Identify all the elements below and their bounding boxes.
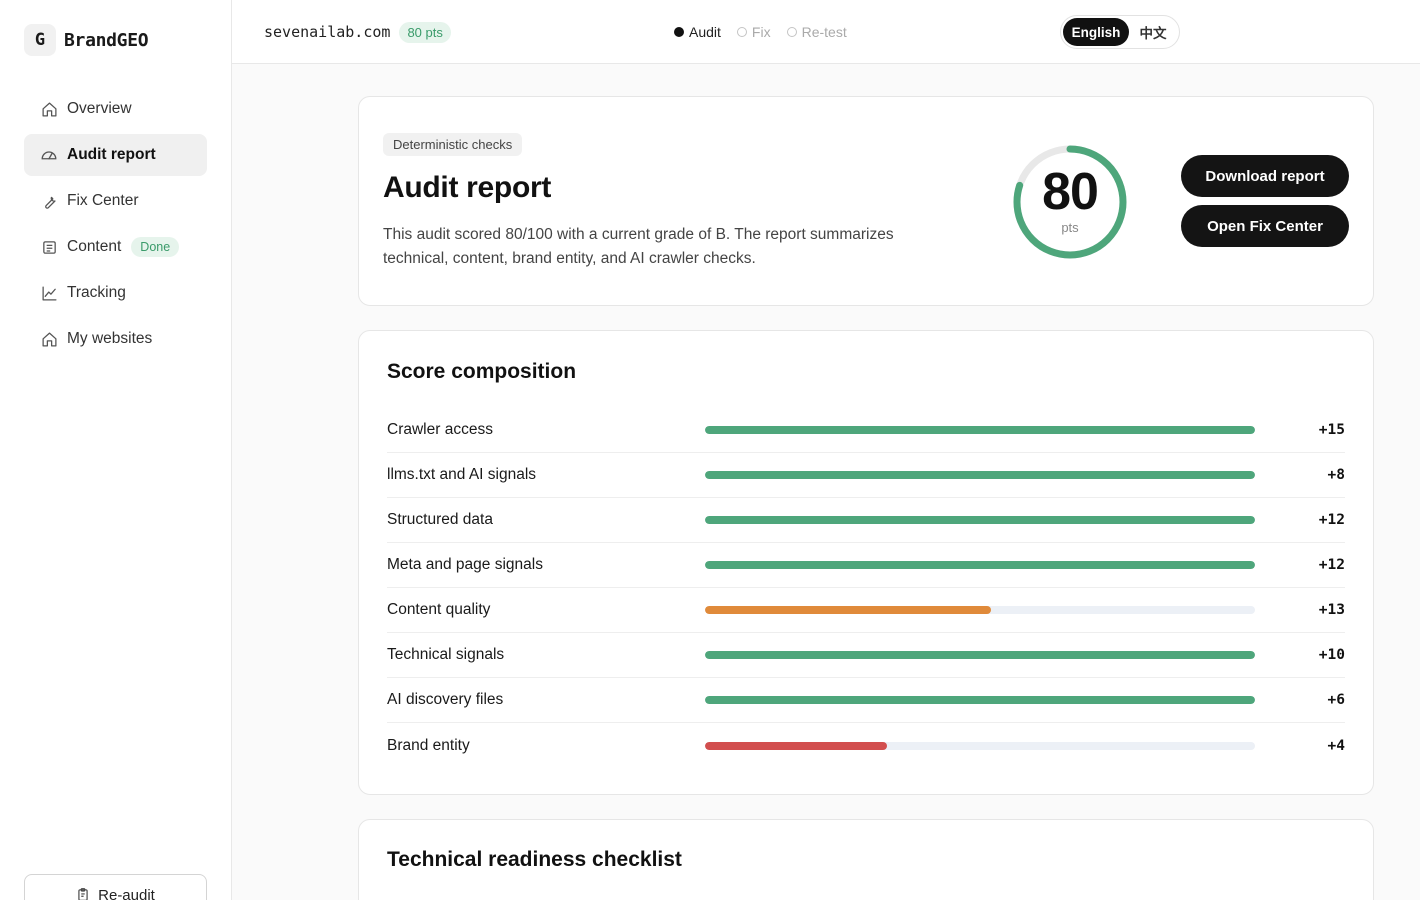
step-label: Re-test xyxy=(801,24,847,40)
clipboard-icon xyxy=(76,887,90,900)
lang-option-chinese[interactable]: 中文 xyxy=(1129,18,1177,46)
score-gauge: 80 pts xyxy=(1011,143,1129,261)
re-audit-button[interactable]: Re-audit xyxy=(24,874,207,900)
site-domain: sevenailab.com xyxy=(264,23,391,41)
wrench-icon xyxy=(40,192,58,210)
progress-bar xyxy=(705,471,1255,479)
brand-name: BrandGEO xyxy=(64,29,149,51)
score-badge: 80 pts xyxy=(399,21,451,43)
sidebar-item-audit-report[interactable]: Audit report xyxy=(24,134,207,176)
brand-logo[interactable]: G BrandGEO xyxy=(24,24,149,56)
sidebar-item-label: My websites xyxy=(67,330,153,347)
progress-fill xyxy=(705,741,887,750)
row-label: Brand entity xyxy=(387,736,470,754)
composition-row: Structured data +12 xyxy=(387,498,1345,543)
workflow-steps: Audit Fix Re-test xyxy=(674,24,863,40)
top-bar: sevenailab.com 80 pts Audit Fix Re-test … xyxy=(232,0,1420,64)
home-icon xyxy=(40,330,58,348)
progress-fill xyxy=(705,471,1255,479)
composition-row: llms.txt and AI signals +8 xyxy=(387,453,1345,498)
score-composition-card: Score composition Crawler access +15 llm… xyxy=(358,330,1374,795)
progress-bar xyxy=(705,606,1255,614)
sidebar-item-label: Content xyxy=(67,238,122,255)
step-re-test[interactable]: Re-test xyxy=(786,24,847,40)
score-unit: pts xyxy=(1061,220,1079,235)
progress-fill xyxy=(705,516,1255,524)
sidebar-item-fix-center[interactable]: Fix Center xyxy=(24,180,207,222)
section-title: Score composition xyxy=(387,360,577,383)
composition-row: Crawler access +15 xyxy=(387,408,1345,453)
sidebar-item-label: Fix Center xyxy=(67,192,139,209)
step-label: Fix xyxy=(751,24,771,40)
step-label: Audit xyxy=(689,24,721,40)
row-value: +6 xyxy=(1327,692,1345,708)
row-label: AI discovery files xyxy=(387,691,504,708)
row-value: +12 xyxy=(1318,557,1345,573)
audit-description: This audit scored 80/100 with a current … xyxy=(383,226,894,267)
sidebar-item-label: Tracking xyxy=(67,284,126,301)
row-label: Structured data xyxy=(387,511,493,528)
brand-mark-icon: G xyxy=(24,24,56,56)
composition-row: Technical signals +10 xyxy=(387,633,1345,678)
progress-fill xyxy=(705,651,1255,659)
sidebar-item-my-websites[interactable]: My websites xyxy=(24,318,207,360)
status-badge: Done xyxy=(131,237,180,257)
open-fix-center-button[interactable]: Open Fix Center xyxy=(1181,205,1349,247)
progress-bar xyxy=(705,561,1255,569)
step-dot-icon xyxy=(674,27,684,37)
site-info: sevenailab.com 80 pts xyxy=(264,20,451,44)
step-dot-icon xyxy=(786,27,797,37)
sidebar-item-label: Overview xyxy=(67,100,132,117)
composition-row: Content quality +13 xyxy=(387,588,1345,633)
progress-fill xyxy=(705,426,1255,434)
audit-summary-card: Deterministic checks Audit report This a… xyxy=(358,96,1374,306)
row-label: Technical signals xyxy=(387,646,505,663)
composition-row: Meta and page signals +12 xyxy=(387,543,1345,588)
trend-chart-icon xyxy=(40,284,58,302)
sidebar-item-content[interactable]: Content Done xyxy=(24,226,207,268)
lang-option-english[interactable]: English xyxy=(1063,18,1129,46)
progress-fill xyxy=(705,606,991,614)
progress-fill xyxy=(705,696,1255,704)
progress-bar xyxy=(705,426,1255,434)
sidebar-item-tracking[interactable]: Tracking xyxy=(24,272,207,314)
composition-row: Brand entity +4 xyxy=(387,723,1345,768)
section-title: Technical readiness checklist xyxy=(387,848,682,871)
language-toggle: English 中文 xyxy=(1060,15,1180,49)
composition-row: AI discovery files +6 xyxy=(387,678,1345,723)
progress-bar xyxy=(705,741,1255,750)
sidebar: G BrandGEO Overview Audit report Fix Cen… xyxy=(0,0,232,900)
step-fix[interactable]: Fix xyxy=(736,24,771,40)
home-icon xyxy=(40,100,58,118)
progress-bar xyxy=(705,651,1255,659)
score-value: 80 xyxy=(1042,163,1099,221)
row-label: Crawler access xyxy=(387,421,493,438)
row-value: +8 xyxy=(1327,467,1345,483)
technical-checklist-card: Technical readiness checklist xyxy=(358,819,1374,900)
sidebar-nav: Overview Audit report Fix Center Content… xyxy=(24,88,207,364)
progress-bar xyxy=(705,516,1255,524)
progress-fill xyxy=(705,561,1255,569)
row-label: llms.txt and AI signals xyxy=(387,466,537,483)
row-label: Content quality xyxy=(387,601,491,618)
row-label: Meta and page signals xyxy=(387,556,543,573)
row-value: +12 xyxy=(1318,512,1345,528)
checks-chip: Deterministic checks xyxy=(383,133,523,156)
step-dot-icon xyxy=(736,27,747,37)
download-report-button[interactable]: Download report xyxy=(1181,155,1349,197)
re-audit-label: Re-audit xyxy=(98,887,155,900)
composition-list: Crawler access +15 llms.txt and AI signa… xyxy=(387,408,1345,768)
row-value: +4 xyxy=(1327,737,1345,754)
gauge-icon xyxy=(40,146,58,164)
sidebar-item-overview[interactable]: Overview xyxy=(24,88,207,130)
progress-bar xyxy=(705,696,1255,704)
row-value: +10 xyxy=(1318,647,1345,663)
sidebar-item-label: Audit report xyxy=(67,146,156,163)
step-audit[interactable]: Audit xyxy=(674,24,721,40)
row-value: +13 xyxy=(1318,602,1345,618)
page-title: Audit report xyxy=(383,171,552,204)
row-value: +15 xyxy=(1318,422,1345,438)
document-icon xyxy=(40,238,58,256)
